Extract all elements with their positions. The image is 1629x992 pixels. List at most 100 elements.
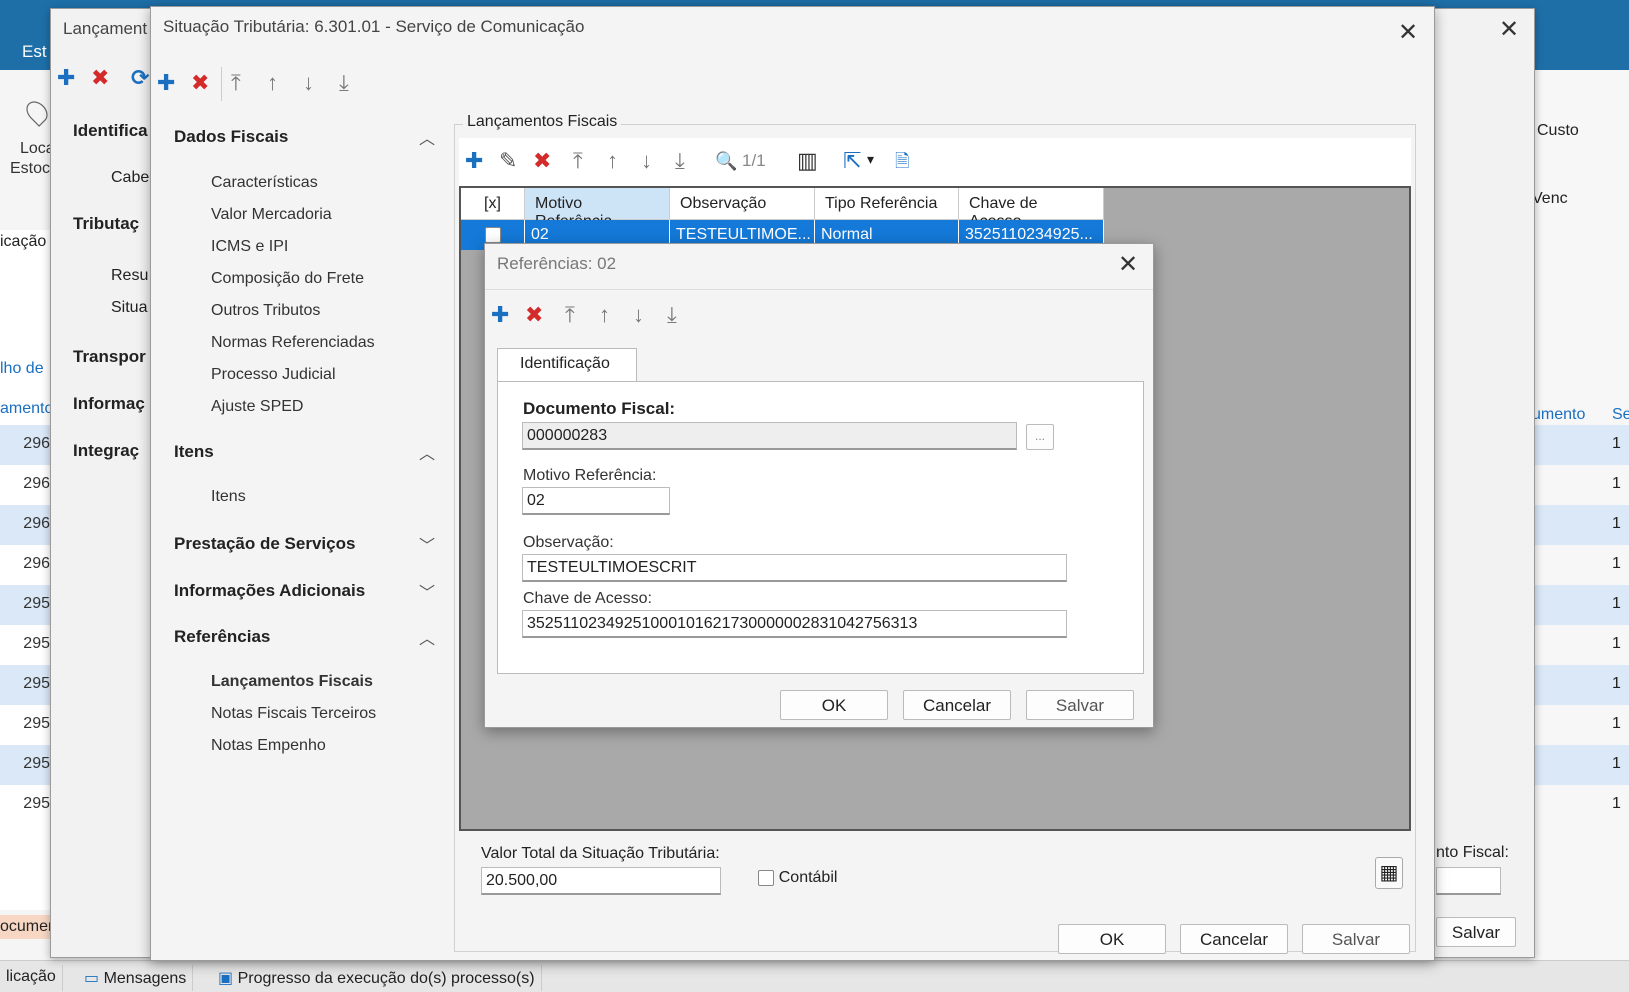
bg-tab-est[interactable]: Est [22, 42, 47, 62]
nav-item-dados-fiscais[interactable]: Valor Mercadoria [211, 206, 332, 224]
grid-down-icon[interactable]: ↓ [641, 150, 652, 172]
bg-table-row[interactable]: 295 [0, 665, 56, 705]
valor-total-input[interactable]: 20.500,00 [481, 867, 721, 895]
bg-table-row[interactable]: 296 [0, 425, 56, 465]
last-record-icon[interactable]: ⤓ [339, 72, 349, 94]
bg-right-table-row[interactable]: 1 [1530, 545, 1629, 585]
situacao-close-icon[interactable]: ✕ [1398, 21, 1418, 45]
columns-icon[interactable]: ▥ [797, 150, 818, 172]
lancamento-close-icon[interactable]: ✕ [1499, 18, 1519, 42]
grid-delete-icon[interactable]: ✖ [533, 150, 551, 172]
grid-add-icon[interactable]: ✚ [465, 150, 483, 172]
nav-item-dados-fiscais[interactable]: Outros Tributos [211, 302, 320, 320]
bg-right-table-row[interactable]: 1 [1530, 505, 1629, 545]
lancamento-add-icon[interactable]: ✚ [57, 67, 75, 89]
chevron-up-icon[interactable]: ︿ [419, 125, 435, 149]
grid-header-select[interactable]: [x] [461, 188, 525, 220]
documento-fiscal-input[interactable]: 000000283 [522, 422, 1017, 450]
ok-button[interactable]: OK [1058, 924, 1166, 954]
chave-acesso-input[interactable]: 3525110234925100010162173000000283104275… [522, 610, 1067, 638]
nav-dados-fiscais[interactable]: Dados Fiscais [174, 127, 288, 147]
bg-right-table-row[interactable]: 1 [1530, 425, 1629, 465]
chevron-up-icon[interactable]: ︿ [419, 625, 435, 649]
dialog-down-icon[interactable]: ↓ [633, 304, 644, 326]
bg-right-table-row[interactable]: 1 [1530, 585, 1629, 625]
bg-table-row[interactable]: 296 [0, 505, 56, 545]
dialog-cancelar-button[interactable]: Cancelar [903, 690, 1011, 720]
win1-nav-cabe[interactable]: Cabe [111, 169, 149, 187]
grid-last-icon[interactable]: ⤓ [675, 150, 685, 172]
cancelar-button[interactable]: Cancelar [1180, 924, 1288, 954]
chevron-down-icon[interactable]: ﹀ [419, 532, 435, 556]
grid-header-observacao[interactable]: Observação [670, 188, 815, 220]
grid-header-motivo[interactable]: Motivo Referência [525, 188, 670, 230]
documento-fiscal-lookup-button[interactable]: ... [1026, 424, 1054, 450]
nav-item-dados-fiscais[interactable]: Composição do Frete [211, 270, 364, 288]
grid-header-tipo[interactable]: Tipo Referência [815, 188, 959, 220]
nav-item-dados-fiscais[interactable]: Normas Referenciadas [211, 334, 375, 352]
bg-right-table-row[interactable]: 1 [1530, 665, 1629, 705]
first-record-icon[interactable]: ⤒ [231, 72, 241, 94]
dialog-up-icon[interactable]: ↑ [599, 304, 610, 326]
status-tab-aplicacao[interactable]: licação [0, 965, 63, 991]
bg-right-table-row[interactable]: 1 [1530, 785, 1629, 825]
win1-salvar-button[interactable]: Salvar [1436, 917, 1516, 947]
win1-nav-integra[interactable]: Integraç [73, 441, 139, 461]
nav-informacoes-adicionais[interactable]: Informações Adicionais [174, 581, 365, 601]
bg-right-table-row[interactable]: 1 [1530, 625, 1629, 665]
bg-table-row[interactable]: 295 [0, 585, 56, 625]
dialog-delete-icon[interactable]: ✖ [525, 304, 543, 326]
contabil-checkbox[interactable]: Contábil [758, 867, 837, 887]
dialog-add-icon[interactable]: ✚ [491, 304, 509, 326]
bg-table-row[interactable]: 296 [0, 465, 56, 505]
nav-item-lancamentos-fiscais[interactable]: Lançamentos Fiscais [211, 673, 373, 691]
dialog-ok-button[interactable]: OK [780, 690, 888, 720]
bg-right-table-row[interactable]: 1 [1530, 745, 1629, 785]
chevron-down-icon[interactable]: ﹀ [419, 579, 435, 603]
bg-right-table-row[interactable]: 1 [1530, 465, 1629, 505]
chevron-up-icon[interactable]: ︿ [419, 440, 435, 464]
nav-item-itens[interactable]: Itens [211, 488, 246, 506]
bg-table-row[interactable]: 296 [0, 545, 56, 585]
win1-nav-transpor[interactable]: Transpor [73, 347, 146, 367]
calculator-icon[interactable]: ▦ [1375, 857, 1403, 889]
tab-identificacao[interactable]: Identificação [497, 348, 637, 382]
nav-itens[interactable]: Itens [174, 442, 214, 462]
grid-header-chave[interactable]: Chave de Acesso [959, 188, 1104, 230]
search-icon[interactable]: 🔍 [715, 150, 737, 172]
contabil-checkbox-box[interactable] [758, 869, 774, 886]
status-tab-mensagens[interactable]: ▭ Mensagens [78, 965, 194, 991]
bg-table-row[interactable]: 295 [0, 785, 56, 825]
nav-item-dados-fiscais[interactable]: ICMS e IPI [211, 238, 288, 256]
previous-record-icon[interactable]: ↑ [267, 72, 278, 94]
win1-nav-situ[interactable]: Situa [111, 299, 147, 317]
nav-item-notas-empenho[interactable]: Notas Empenho [211, 737, 326, 755]
win1-nav-tributa[interactable]: Tributaç [73, 214, 139, 234]
grid-edit-icon[interactable]: ✎ [499, 150, 517, 172]
grid-first-icon[interactable]: ⤒ [573, 150, 583, 172]
export-dropdown-icon[interactable]: ▾ [867, 151, 874, 168]
add-icon[interactable]: ✚ [157, 72, 175, 94]
nav-prestacao-servicos[interactable]: Prestação de Serviços [174, 534, 355, 554]
lancamento-delete-icon[interactable]: ✖ [91, 67, 109, 89]
bg-table-row[interactable]: 295 [0, 745, 56, 785]
nav-referencias[interactable]: Referências [174, 627, 270, 647]
win1-nav-resu[interactable]: Resu [111, 267, 148, 285]
win1-fiscal-input[interactable] [1436, 867, 1501, 895]
dialog-salvar-button[interactable]: Salvar [1026, 690, 1134, 720]
motivo-referencia-input[interactable]: 02 [522, 487, 670, 515]
delete-icon[interactable]: ✖ [191, 72, 209, 94]
salvar-button[interactable]: Salvar [1302, 924, 1410, 954]
nav-item-dados-fiscais[interactable]: Ajuste SPED [211, 398, 303, 416]
observacao-input[interactable]: TESTEULTIMOESCRIT [522, 554, 1067, 582]
dialog-last-icon[interactable]: ⤓ [667, 304, 677, 326]
nav-item-dados-fiscais[interactable]: Processo Judicial [211, 366, 336, 384]
next-record-icon[interactable]: ↓ [303, 72, 314, 94]
nav-item-notas-fiscais-terceiros[interactable]: Notas Fiscais Terceiros [211, 705, 376, 723]
win1-nav-identifica[interactable]: Identifica [73, 121, 148, 141]
document-icon[interactable]: 🗎 [895, 150, 909, 172]
export-icon[interactable]: ⇱ [843, 150, 861, 172]
lancamento-refresh-icon[interactable]: ⟳ [131, 67, 149, 89]
bg-table-row[interactable]: 295 [0, 625, 56, 665]
dialog-close-icon[interactable]: ✕ [1118, 253, 1138, 277]
